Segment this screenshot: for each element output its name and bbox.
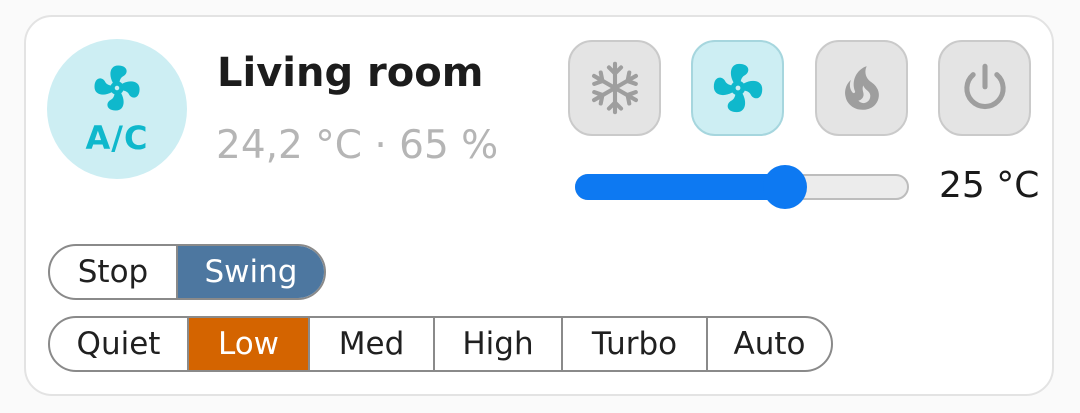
temperature-slider[interactable]: [575, 165, 909, 209]
current-readings: 24,2 °C · 65 %: [216, 123, 499, 168]
flame-icon: [844, 66, 879, 110]
fan-icon: [94, 65, 140, 111]
speed-option-high[interactable]: High: [433, 318, 561, 370]
swing-selector: Stop Swing: [48, 244, 326, 300]
fan-speed-selector: Quiet Low Med High Turbo Auto: [48, 316, 833, 372]
mode-cool-button[interactable]: [568, 40, 661, 136]
speed-option-low[interactable]: Low: [187, 318, 308, 370]
mode-heat-button[interactable]: [815, 40, 908, 136]
mode-fan-button[interactable]: [691, 40, 784, 136]
speed-option-quiet[interactable]: Quiet: [50, 318, 187, 370]
swing-option-stop[interactable]: Stop: [50, 246, 176, 298]
fan-icon: [713, 63, 762, 113]
slider-handle[interactable]: [763, 165, 807, 209]
ac-label: A/C: [85, 119, 149, 157]
speed-option-med[interactable]: Med: [308, 318, 433, 370]
device-name: Living room: [217, 50, 484, 96]
ac-badge: A/C: [47, 39, 187, 179]
speed-option-turbo[interactable]: Turbo: [561, 318, 706, 370]
mode-off-button[interactable]: [938, 40, 1031, 136]
snowflake-icon: [591, 61, 638, 115]
speed-option-auto[interactable]: Auto: [706, 318, 831, 370]
swing-option-swing[interactable]: Swing: [176, 246, 324, 298]
slider-fill: [575, 174, 785, 200]
target-temperature: 25 °C: [939, 165, 1040, 206]
power-icon: [963, 63, 1006, 110]
